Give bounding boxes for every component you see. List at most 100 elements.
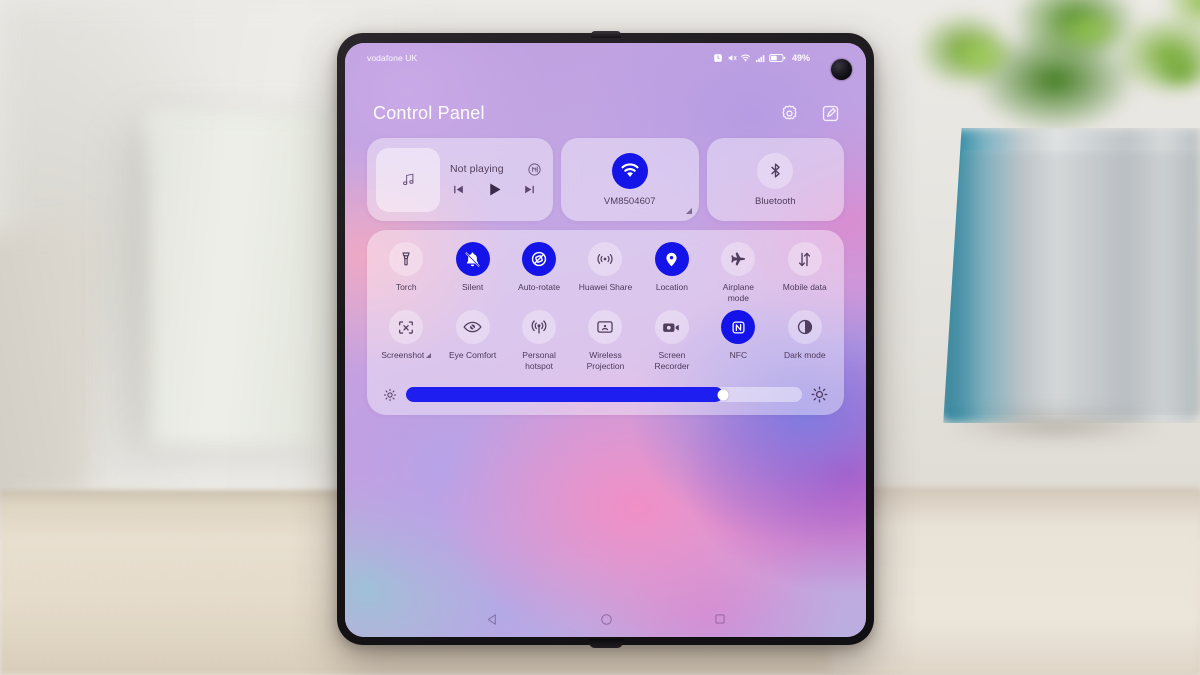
toggle-eye-comfort-label: Eye Comfort [449, 350, 497, 360]
edit-square-icon[interactable] [821, 104, 840, 123]
bluetooth-tile[interactable]: Bluetooth [706, 138, 844, 221]
background-plant-leaves-highlight [940, 0, 1200, 150]
toggle-wireless-projection[interactable]: Wireless Projection [572, 310, 638, 376]
media-controls [450, 181, 542, 198]
brightness-slider-fill [406, 387, 723, 402]
gear-icon[interactable] [780, 104, 799, 123]
background-chair [0, 222, 90, 508]
phone-screen: vodafone UK 49% Control Panel Not playin… [345, 43, 866, 637]
background-box [150, 116, 350, 446]
status-bar: vodafone UK 49% [345, 43, 866, 73]
toggle-huawei-share-circle [588, 242, 623, 276]
toggle-huawei-share[interactable]: Huawei Share [572, 242, 638, 308]
brightness-low-icon [383, 388, 397, 401]
data-arrows-icon [799, 252, 811, 266]
toggle-torch-label: Torch [395, 282, 417, 292]
nfc-icon [732, 320, 745, 334]
background-pot-shadow [905, 400, 1200, 450]
phone-device: vodafone UK 49% Control Panel Not playin… [337, 33, 874, 645]
toggle-silent[interactable]: Silent [439, 242, 505, 308]
toggle-personal-hotspot-circle [522, 310, 557, 344]
audio-output-icon[interactable] [527, 162, 542, 177]
toggle-auto-rotate[interactable]: Auto-rotate [506, 242, 572, 308]
toggle-nfc[interactable]: NFC [705, 310, 771, 376]
toggle-screen-recorder-circle [654, 310, 689, 344]
background-plant-pot-rings [943, 150, 1200, 415]
toggle-mobile-data-label: Mobile data [782, 282, 827, 292]
toggle-screenshot-label: Screenshot [381, 350, 432, 361]
bluetooth-tile-circle [757, 152, 794, 189]
toggle-huawei-share-label: Huawei Share [578, 282, 633, 292]
brightness-slider-knob[interactable] [717, 389, 729, 400]
background-desk-right [830, 488, 1200, 675]
brightness-slider[interactable] [406, 387, 802, 402]
location-pin-icon [666, 252, 678, 266]
screenshot-icon [399, 320, 414, 334]
video-camera-icon [663, 323, 680, 332]
toggle-nfc-label: NFC [729, 350, 748, 360]
media-player-card[interactable]: Not playing [367, 138, 553, 221]
quick-toggles-panel: Torch Silent Auto-rotate Huawei Share Lo… [367, 230, 844, 415]
toggle-mobile-data-circle [787, 242, 822, 276]
toggle-dark-mode-label: Dark mode [783, 350, 826, 360]
contrast-icon [797, 319, 812, 335]
toggle-wireless-projection-label: Wireless Projection [586, 350, 625, 371]
mute-icon [728, 55, 737, 61]
airplane-icon [731, 252, 746, 266]
recents-square-icon [714, 614, 725, 624]
back-triangle-icon [487, 613, 496, 625]
toggle-airplane-mode[interactable]: Airplane mode [705, 242, 771, 308]
page-title: Control Panel [373, 103, 485, 123]
toggle-mobile-data[interactable]: Mobile data [772, 242, 838, 308]
toggle-dark-mode-circle [787, 310, 822, 344]
home-circle-icon [600, 613, 612, 625]
toggle-nfc-circle [721, 310, 756, 344]
photo-scene: vodafone UK 49% Control Panel Not playin… [0, 0, 1200, 675]
screenshot-expand-icon[interactable] [426, 353, 432, 359]
previous-track-icon[interactable] [452, 183, 465, 196]
wifi-expand-corner-icon[interactable] [685, 208, 692, 214]
home-button[interactable] [599, 612, 614, 627]
recents-button[interactable] [713, 612, 727, 626]
toggle-screen-recorder[interactable]: Screen Recorder [639, 310, 705, 376]
media-status-label: Not playing [450, 163, 504, 175]
toggle-location-label: Location [655, 282, 688, 292]
toggle-screenshot[interactable]: Screenshot [373, 310, 439, 376]
wifi-tile-label: VM8504607 [603, 195, 656, 207]
toggle-eye-comfort[interactable]: Eye Comfort [439, 310, 505, 376]
toggle-personal-hotspot[interactable]: Personal hotspot [506, 310, 572, 376]
play-icon[interactable] [486, 181, 503, 198]
toggle-silent-label: Silent [462, 282, 484, 292]
quick-toggles-grid: Torch Silent Auto-rotate Huawei Share Lo… [373, 242, 838, 376]
next-track-icon[interactable] [523, 183, 536, 196]
rotate-lock-icon [531, 251, 547, 267]
header-actions [780, 104, 840, 123]
cast-screen-icon [597, 321, 614, 333]
status-icon-group: 49% [713, 53, 810, 63]
toggle-wireless-projection-circle [588, 310, 623, 344]
album-art [376, 147, 440, 212]
toggle-location[interactable]: Location [639, 242, 705, 308]
toggle-airplane-mode-label: Airplane mode [722, 282, 754, 303]
toggle-screenshot-text: Screenshot [381, 350, 425, 360]
brightness-control [373, 376, 838, 403]
toggle-auto-rotate-label: Auto-rotate [518, 282, 561, 292]
media-title-row: Not playing [450, 162, 542, 177]
media-info: Not playing [450, 162, 542, 198]
toggle-dark-mode[interactable]: Dark mode [772, 310, 838, 376]
toggle-torch[interactable]: Torch [373, 242, 439, 308]
share-waves-icon [597, 253, 614, 265]
top-cards-row: Not playing VM8504607 Bluetooth [367, 138, 844, 221]
toggle-location-circle [654, 242, 689, 276]
punch-hole-camera [831, 59, 852, 80]
toggle-screen-recorder-label: Screen Recorder [654, 350, 690, 371]
hotspot-icon [531, 320, 547, 334]
toggle-torch-circle [389, 242, 424, 276]
toggle-auto-rotate-circle [522, 242, 557, 276]
wifi-tile[interactable]: VM8504607 [561, 138, 699, 221]
toggle-airplane-mode-circle [721, 242, 756, 276]
back-button[interactable] [485, 612, 500, 627]
control-panel-header: Control Panel [345, 103, 866, 124]
toggle-screenshot-circle [389, 310, 424, 344]
bell-off-icon [465, 251, 480, 267]
